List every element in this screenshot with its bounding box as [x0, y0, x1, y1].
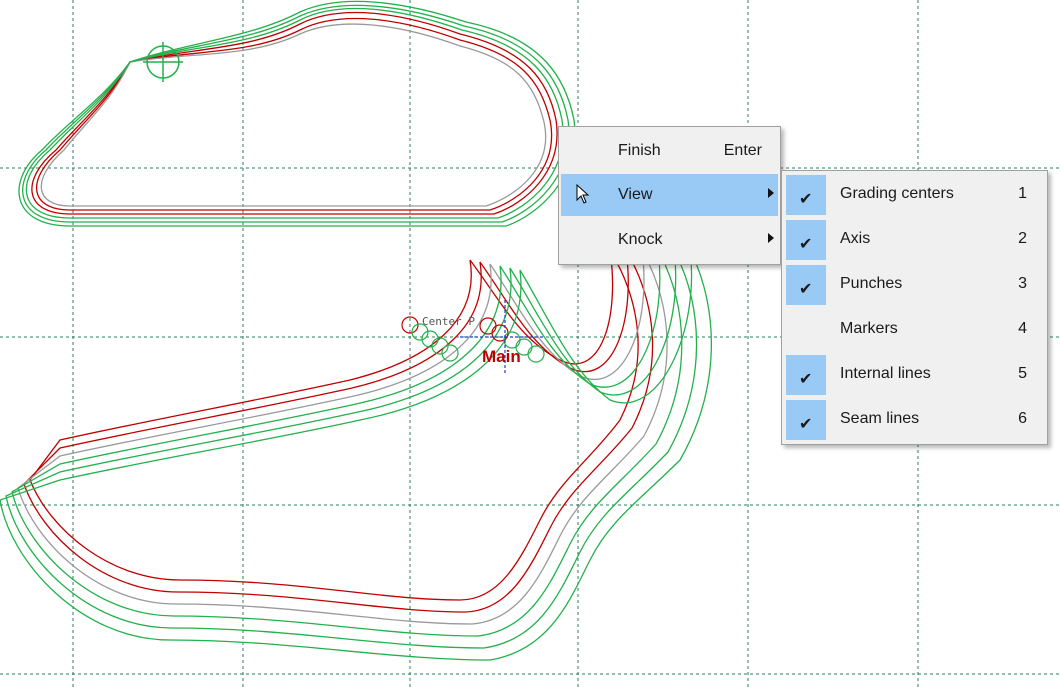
mouse-pointer-icon — [576, 184, 590, 204]
menu-item-shortcut: Enter — [723, 142, 762, 159]
main-label: Main — [482, 347, 521, 366]
menu-item-view[interactable]: View — [561, 174, 778, 216]
check-icon: ✔ — [799, 371, 813, 388]
check-box: ✔ — [786, 175, 826, 215]
check-icon: ✔ — [799, 416, 813, 433]
submenu-item-number: 5 — [1018, 365, 1027, 382]
submenu-item-number: 4 — [1018, 320, 1027, 337]
check-box: ✔ — [786, 355, 826, 395]
submenu-item-number: 6 — [1018, 410, 1027, 427]
center-point-label: Center P — [422, 315, 475, 328]
submenu-item-label: Axis — [840, 230, 871, 247]
check-box: ✔ — [786, 265, 826, 305]
menu-item-knock[interactable]: Knock — [561, 219, 778, 261]
submenu-item-internal-lines[interactable]: ✔ Internal lines 5 — [784, 353, 1045, 395]
context-menu: Finish Enter View Knock — [558, 126, 781, 265]
menu-item-label: Knock — [618, 231, 663, 248]
submenu-item-seam-lines[interactable]: ✔ Seam lines 6 — [784, 398, 1045, 440]
pattern-piece-outline — [0, 0, 712, 661]
check-icon: ✔ — [799, 191, 813, 208]
submenu-item-label: Seam lines — [840, 410, 920, 427]
check-box: ✔ — [786, 400, 826, 440]
submenu-item-number: 1 — [1018, 185, 1027, 202]
submenu-arrow-icon — [768, 188, 774, 198]
view-submenu: ✔ Grading centers 1 ✔ Axis 2 ✔ Punches 3… — [781, 170, 1048, 445]
submenu-item-label: Markers — [840, 320, 898, 337]
submenu-item-markers[interactable]: Markers 4 — [784, 308, 1045, 350]
check-box: ✔ — [786, 220, 826, 260]
submenu-item-label: Punches — [840, 275, 903, 292]
submenu-item-axis[interactable]: ✔ Axis 2 — [784, 218, 1045, 260]
submenu-item-label: Internal lines — [840, 365, 931, 382]
check-icon: ✔ — [799, 281, 813, 298]
grading-center-marker — [143, 42, 183, 82]
menu-item-label: Finish — [618, 142, 661, 159]
submenu-item-number: 3 — [1018, 275, 1027, 292]
menu-item-finish[interactable]: Finish Enter — [561, 130, 778, 172]
submenu-arrow-icon — [768, 233, 774, 243]
menu-item-label: View — [618, 186, 653, 203]
submenu-item-grading-centers[interactable]: ✔ Grading centers 1 — [784, 173, 1045, 215]
check-icon: ✔ — [799, 236, 813, 253]
submenu-item-number: 2 — [1018, 230, 1027, 247]
submenu-item-punches[interactable]: ✔ Punches 3 — [784, 263, 1045, 305]
submenu-item-label: Grading centers — [840, 185, 954, 202]
